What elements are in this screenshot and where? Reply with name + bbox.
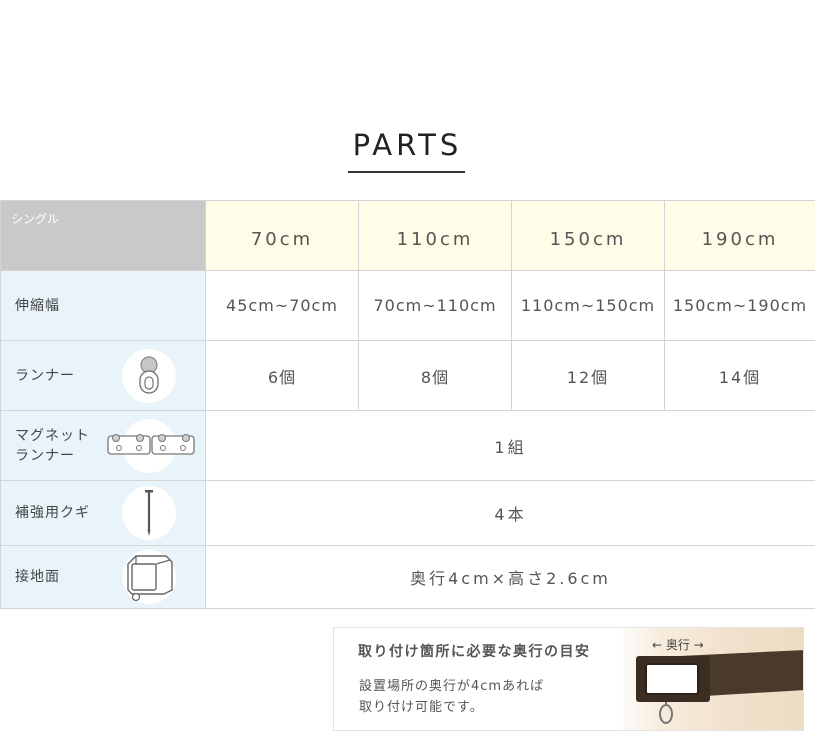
size-70: 70cm bbox=[205, 200, 359, 271]
extension-value: 110cm~150cm bbox=[511, 270, 665, 341]
runner-count: 14個 bbox=[664, 340, 815, 411]
runner-icon bbox=[122, 348, 176, 403]
nail-row: 補強用クギ 4本 bbox=[0, 480, 815, 546]
contact-surface-label: 接地面 bbox=[0, 545, 206, 609]
extension-value: 45cm~70cm bbox=[205, 270, 359, 341]
tip-body: 設置場所の奥行が4cmあれば 取り付け可能です。 bbox=[359, 679, 545, 715]
bracket-icon bbox=[122, 550, 176, 604]
runner-count: 8個 bbox=[358, 340, 512, 411]
rail-end-photo bbox=[614, 628, 803, 730]
contact-surface-row: 接地面 奥行4cm×高さ2.6cm bbox=[0, 545, 815, 609]
depth-label: ← 奥行 → bbox=[652, 638, 704, 652]
contact-surface-size: 奥行4cm×高さ2.6cm bbox=[205, 545, 815, 609]
magnet-runner-count: 1組 bbox=[205, 410, 815, 481]
nail-icon bbox=[122, 486, 176, 540]
extension-row: 伸縮幅 45cm~70cm 70cm~110cm 110cm~150cm 150… bbox=[0, 270, 815, 341]
nail-label: 補強用クギ bbox=[0, 480, 206, 546]
page-title: PARTS bbox=[352, 128, 463, 162]
runner-count: 6個 bbox=[205, 340, 359, 411]
magnet-runner-label: マグネット ランナー bbox=[0, 410, 206, 481]
size-190: 190cm bbox=[664, 200, 815, 271]
runner-count: 12個 bbox=[511, 340, 665, 411]
parts-table: シングル 70cm 110cm 150cm 190cm 伸縮幅 45cm~70c… bbox=[0, 200, 815, 609]
extension-value: 150cm~190cm bbox=[664, 270, 815, 341]
runner-label: ランナー bbox=[0, 340, 206, 411]
size-110: 110cm bbox=[358, 200, 512, 271]
corner-label: シングル bbox=[0, 200, 206, 271]
runner-row: ランナー 6個 8個 12個 14個 bbox=[0, 340, 815, 411]
size-header-row: シングル 70cm 110cm 150cm 190cm bbox=[0, 200, 815, 271]
tip-title: 取り付け箇所に必要な奥行の目安 bbox=[358, 644, 591, 660]
size-150: 150cm bbox=[511, 200, 665, 271]
extension-label: 伸縮幅 bbox=[0, 270, 206, 341]
title-underline bbox=[348, 171, 465, 173]
depth-tip-panel: 取り付け箇所に必要な奥行の目安 設置場所の奥行が4cmあれば 取り付け可能です。… bbox=[333, 627, 804, 731]
magnet-runner-row: マグネット ランナー 1組 bbox=[0, 410, 815, 481]
nail-count: 4本 bbox=[205, 480, 815, 546]
extension-value: 70cm~110cm bbox=[358, 270, 512, 341]
